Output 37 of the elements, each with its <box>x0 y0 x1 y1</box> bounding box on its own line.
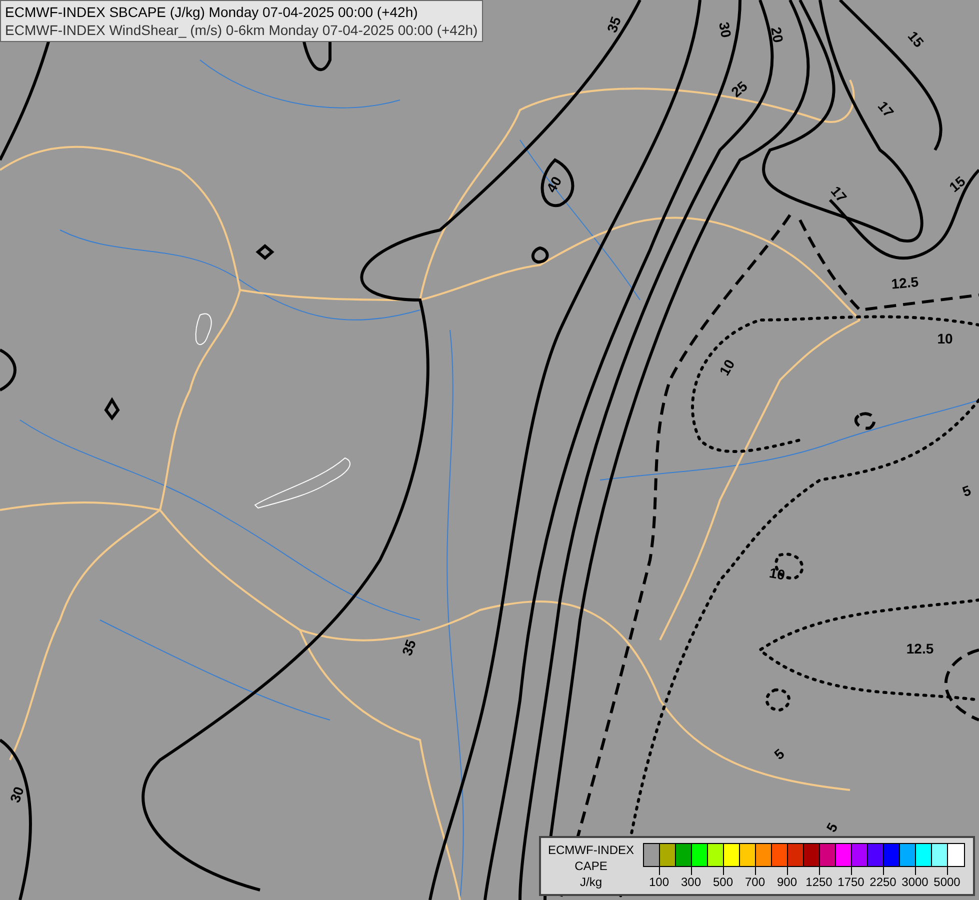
scale-label: 3000 <box>902 875 928 889</box>
contour-label: 10 <box>768 564 786 583</box>
legend-title: ECMWF-INDEX <box>547 842 635 858</box>
scale-label: 2250 <box>870 875 896 889</box>
contour-label: 5 <box>823 820 841 835</box>
contour-label: 40 <box>543 174 565 196</box>
contour-label: 15 <box>946 172 968 196</box>
contour-label: 15 <box>904 28 928 50</box>
contour-label: 12.5 <box>906 640 934 657</box>
contour-label: 35 <box>604 14 624 35</box>
legend-title: J/kg <box>578 874 603 890</box>
contour-line <box>104 397 120 420</box>
contour-label: 25 <box>728 78 750 100</box>
scale-label: 1750 <box>838 875 864 889</box>
scale-label: 5000 <box>934 875 960 889</box>
contour-label: 30 <box>6 784 27 805</box>
scale-label: 900 <box>776 875 798 889</box>
scale-label: 1250 <box>806 875 832 889</box>
lake-outline <box>195 313 212 346</box>
scale-label: 700 <box>744 875 766 889</box>
contour-label: 20 <box>768 26 786 44</box>
contour-label: 35 <box>398 638 419 658</box>
scale-label: 100 <box>648 875 670 889</box>
map-title: ECMWF-INDEX WindShear_ (m/s) 0-6km Monday 07-04-2025 00:00 (+42h) <box>5 21 478 39</box>
contour-label: 12.5 <box>890 274 920 292</box>
contour-label: 17 <box>828 183 850 206</box>
scale-label: 500 <box>712 875 734 889</box>
contour-label: 10 <box>716 356 738 378</box>
contour-label: 17 <box>874 98 898 120</box>
contour-label: 30 <box>716 20 734 39</box>
contour-line <box>0 348 16 392</box>
contour-label: 10 <box>937 330 953 347</box>
map-title: ECMWF-INDEX SBCAPE (J/kg) Monday 07-04-2025 00:00 (+42h) <box>5 3 419 21</box>
legend-title: CAPE <box>574 858 608 874</box>
contour-label: 5 <box>960 482 973 500</box>
scale-label: 300 <box>680 875 702 889</box>
contour-label: 5 <box>771 745 788 763</box>
